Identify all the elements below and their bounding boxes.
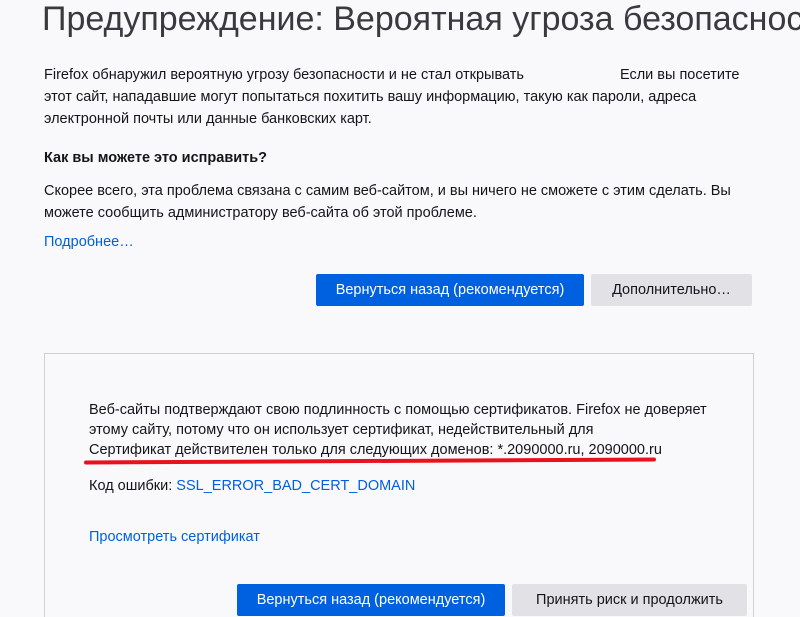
advanced-panel: Веб-сайты подтверждают свою подлинность …	[44, 353, 754, 617]
fix-text: Скорее всего, эта проблема связана с сам…	[44, 183, 731, 221]
advanced-button[interactable]: Дополнительно…	[591, 274, 752, 306]
advanced-description-line1: Веб-сайты подтверждают свою подлинность …	[89, 402, 707, 438]
view-certificate-link[interactable]: Просмотреть сертификат	[89, 529, 260, 545]
error-code-link[interactable]: SSL_ERROR_BAD_CERT_DOMAIN	[176, 478, 415, 494]
page-title: Предупреждение: Вероятная угроза безопас…	[42, 0, 800, 38]
go-back-button[interactable]: Вернуться назад (рекомендуется)	[316, 274, 584, 306]
fix-heading: Как вы можете это исправить?	[44, 150, 268, 166]
intro-text: Firefox обнаружил вероятную угрозу безоп…	[44, 64, 760, 130]
error-code-label: Код ошибки:	[89, 478, 173, 494]
accept-risk-button[interactable]: Принять риск и продолжить	[512, 584, 747, 616]
intro-text-part1: Firefox обнаружил вероятную угрозу безоп…	[44, 67, 524, 83]
go-back-button-advanced[interactable]: Вернуться назад (рекомендуется)	[237, 584, 505, 616]
learn-more-link[interactable]: Подробнее…	[44, 234, 134, 250]
certificate-domains-text: Сертификат действителен только для следу…	[89, 442, 662, 458]
advanced-description: Веб-сайты подтверждают свою подлинность …	[89, 400, 719, 460]
warning-page: Предупреждение: Вероятная угроза безопас…	[0, 0, 800, 617]
error-code-line: Код ошибки: SSL_ERROR_BAD_CERT_DOMAIN	[89, 478, 415, 494]
